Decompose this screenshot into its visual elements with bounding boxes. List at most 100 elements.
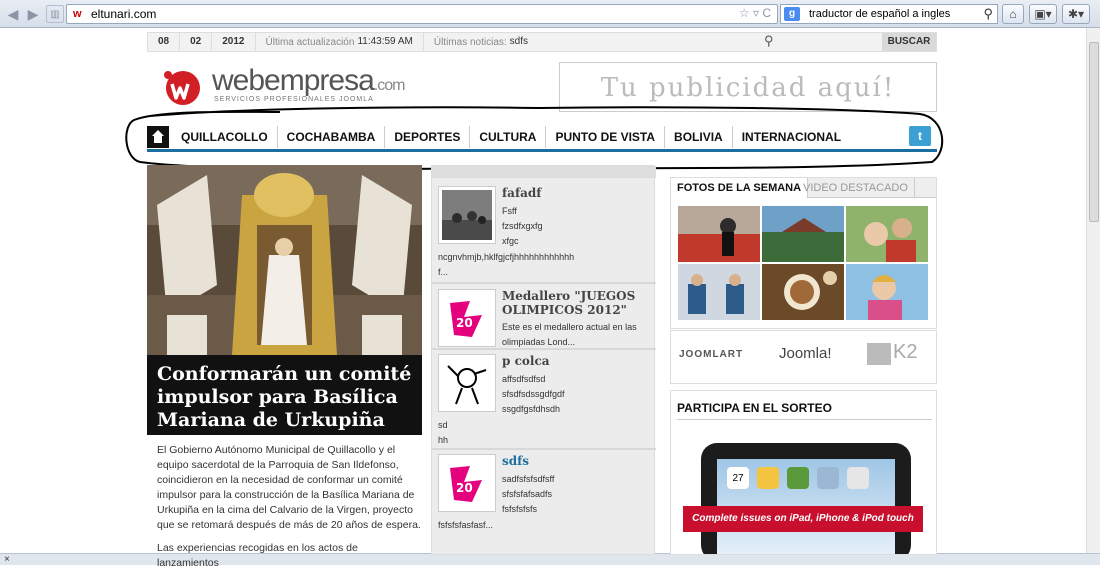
- ipad-promo-image[interactable]: 27: [701, 443, 911, 554]
- list-item[interactable]: 20 sdfs sadfsfsfsdfsff sfsfsfafsadfs fsf…: [438, 454, 650, 544]
- news-title[interactable]: fafadf: [502, 186, 650, 200]
- news-title[interactable]: p colca: [502, 354, 650, 368]
- news-thumb[interactable]: 20: [438, 289, 496, 347]
- featured-lead: El Gobierno Autónomo Municipal de Quilla…: [157, 443, 422, 579]
- news-list: fafadf Fsff fzsdfxgxfg xfgc ncgnvhmjb,hk…: [431, 165, 656, 555]
- browser-search-input[interactable]: g traductor de español a ingles ⚲: [780, 4, 998, 24]
- svg-text:20: 20: [456, 316, 473, 330]
- tabs-menu-icon[interactable]: ▣▾: [1029, 4, 1057, 24]
- news-text: fsfsfsfasfasf...: [438, 520, 494, 530]
- logo-tagline: SERVICIOS PROFESIONALES JOOMLA: [214, 96, 374, 103]
- maps-icon: [787, 467, 809, 489]
- divider: [677, 419, 932, 420]
- forward-icon[interactable]: ▶: [24, 5, 42, 23]
- app-icon: [817, 467, 839, 489]
- featured-article[interactable]: Conformarán un comité impulsor para Basí…: [147, 165, 422, 435]
- google-icon[interactable]: g: [784, 7, 800, 21]
- divider: [432, 348, 656, 350]
- photos-tabs: FOTOS DE LA SEMANA VIDEO DESTACADO: [671, 178, 936, 198]
- news-text: sadfsfsfsdfsff sfsfsfafsadfs fsfsfsfsfs: [502, 474, 555, 514]
- featured-title[interactable]: Conformarán un comité impulsor para Basí…: [147, 355, 422, 435]
- nav-item-deportes[interactable]: DEPORTES: [385, 125, 471, 148]
- k2-icon: [867, 343, 891, 365]
- sorteo-widget: PARTICIPA EN EL SORTEO 27 Complete issue…: [670, 390, 937, 555]
- list-item[interactable]: fafadf Fsff fzsdfxgxfg xfgc ncgnvhmjb,hk…: [438, 186, 650, 286]
- photo-grid: [678, 206, 930, 330]
- address-text: eltunari.com: [91, 7, 157, 21]
- bookmark-icon[interactable]: ▥: [46, 5, 64, 23]
- list-item[interactable]: p colca affsdfsdfsd sfsdfsdssgdfgdf ssgd…: [438, 354, 650, 445]
- ad-banner[interactable]: Tu publicidad aquí!: [559, 62, 937, 112]
- site-search-icon[interactable]: ⚲: [764, 33, 774, 49]
- tab-video-destacado[interactable]: VIDEO DESTACADO: [797, 178, 915, 198]
- lead-paragraph: El Gobierno Autónomo Municipal de Quilla…: [157, 444, 421, 531]
- notes-icon: [757, 467, 779, 489]
- news-label: Últimas noticias:: [433, 36, 507, 48]
- nav-item-quillacollo[interactable]: QUILLACOLLO: [172, 125, 278, 148]
- svg-text:20: 20: [456, 481, 473, 495]
- reload-icon[interactable]: ☆ ▿ C: [739, 6, 771, 20]
- photo-thumb[interactable]: [678, 264, 760, 320]
- date-year: 2012: [212, 33, 256, 51]
- scrollbar[interactable]: [1086, 28, 1100, 553]
- partner-logo-k2[interactable]: K2: [893, 341, 917, 364]
- partner-logo-joomlart[interactable]: JOOMLART: [679, 349, 743, 360]
- news-text: affsdfsdfsd sfsdfsdssgdfgdf ssgdfgsfdhsd…: [502, 374, 565, 414]
- scrollbar-thumb[interactable]: [1089, 42, 1099, 222]
- search-button[interactable]: BUSCAR: [882, 33, 936, 51]
- sorteo-title: PARTICIPA EN EL SORTEO: [677, 401, 832, 415]
- logo-suffix: .com: [373, 77, 406, 94]
- nav-item-bolivia[interactable]: BOLIVIA: [665, 125, 733, 148]
- news-text: sd hh: [438, 420, 449, 445]
- address-bar[interactable]: w eltunari.com ☆ ▿ C: [66, 4, 778, 24]
- nav-underline: [147, 149, 937, 152]
- news-text: Fsff fzsdfxgxfg xfgc: [502, 206, 543, 246]
- nav-item-punto-de-vista[interactable]: PUNTO DE VISTA: [546, 125, 666, 148]
- divider: [432, 282, 656, 284]
- addon-icon[interactable]: ✱▾: [1062, 4, 1090, 24]
- list-item[interactable]: 20 Medallero "JUEGOS OLIMPICOS 2012" Est…: [438, 289, 650, 349]
- main-nav: QUILLACOLLO COCHABAMBA DEPORTES CULTURA …: [147, 124, 937, 149]
- update-label: Última actualización: [265, 36, 355, 48]
- news-title[interactable]: Medallero "JUEGOS OLIMPICOS 2012": [502, 289, 650, 317]
- lead-paragraph: Las experiencias recogidas en los actos …: [157, 542, 358, 569]
- partners-widget: JOOMLART Joomla! K2: [670, 330, 937, 384]
- photo-thumb[interactable]: [846, 264, 928, 320]
- nav-item-cochabamba[interactable]: COCHABAMBA: [278, 125, 386, 148]
- logo-name: webempresa: [212, 64, 375, 97]
- home-nav-icon[interactable]: [147, 125, 169, 148]
- divider: [432, 448, 656, 450]
- browser-search-text: traductor de español a ingles: [809, 8, 951, 20]
- news-text: Este es el medallero actual en las olimp…: [502, 322, 637, 347]
- news-thumb[interactable]: [438, 354, 496, 412]
- home-icon[interactable]: ⌂: [1002, 4, 1024, 24]
- featured-image: [147, 165, 422, 355]
- photos-widget: FOTOS DE LA SEMANA VIDEO DESTACADO: [670, 177, 937, 329]
- browser-toolbar: ◀ ▶ ▥ w eltunari.com ☆ ▿ C g traductor d…: [0, 0, 1100, 28]
- site-logo[interactable]: webempresa.com SERVICIOS PROFESIONALES J…: [160, 62, 420, 108]
- date-strip: 08 02 2012 Última actualización 11:43:59…: [147, 32, 937, 52]
- partner-logo-joomla[interactable]: Joomla!: [779, 345, 832, 362]
- nav-item-cultura[interactable]: CULTURA: [470, 125, 547, 148]
- calendar-icon: 27: [727, 467, 749, 489]
- photo-thumb[interactable]: [762, 264, 844, 320]
- photo-thumb[interactable]: [762, 206, 844, 262]
- back-icon[interactable]: ◀: [4, 5, 22, 23]
- news-ticker[interactable]: sdfs: [510, 33, 538, 51]
- promo-ribbon[interactable]: Complete issues on iPad, iPhone & iPod t…: [683, 506, 923, 532]
- site-favicon-icon: w: [73, 8, 82, 20]
- twitter-icon[interactable]: t: [909, 126, 931, 146]
- date-month: 02: [180, 33, 213, 51]
- news-thumb[interactable]: 20: [438, 454, 496, 512]
- news-title[interactable]: sdfs: [502, 454, 650, 468]
- news-text: ncgnvhmjb,hklfgjcfjhhhhhhhhhhhh f...: [438, 252, 575, 277]
- photo-thumb[interactable]: [846, 206, 928, 262]
- search-icon[interactable]: ⚲: [983, 6, 993, 22]
- close-icon[interactable]: ×: [4, 554, 10, 565]
- news-list-header: [432, 166, 656, 178]
- date-day: 08: [148, 33, 181, 51]
- photo-thumb[interactable]: [678, 206, 760, 262]
- nav-item-internacional[interactable]: INTERNACIONAL: [733, 126, 850, 148]
- news-thumb[interactable]: [438, 186, 496, 244]
- tab-fotos-de-la-semana[interactable]: FOTOS DE LA SEMANA: [671, 178, 809, 198]
